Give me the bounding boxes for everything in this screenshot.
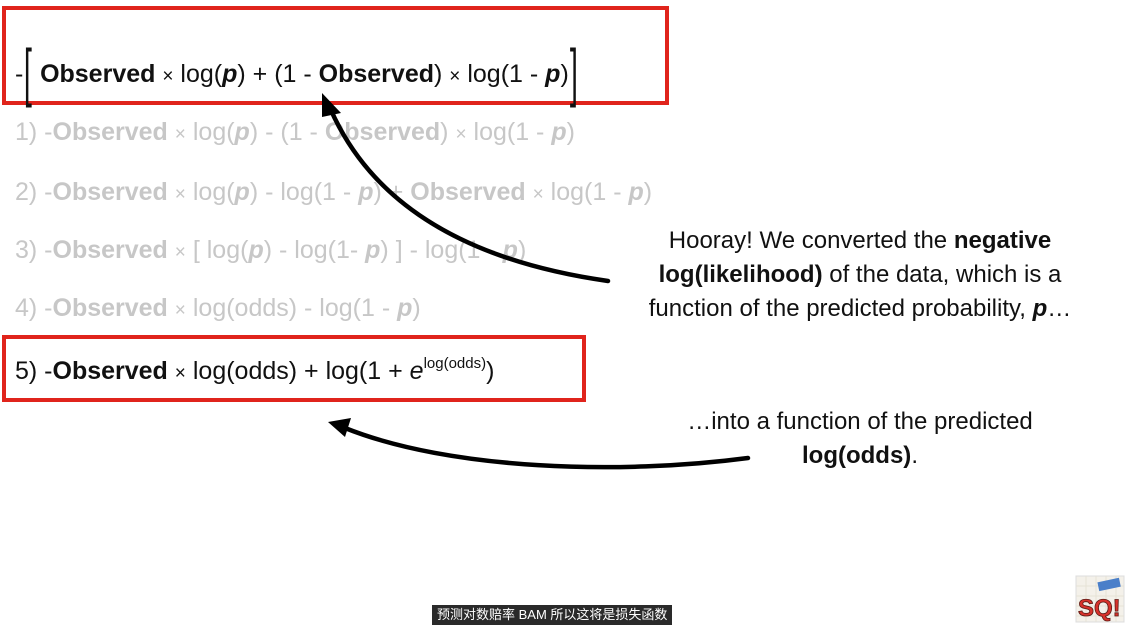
arrow-to-step-5-head xyxy=(328,418,351,437)
arrow-to-top-equation-head xyxy=(322,93,341,117)
logo-graphic: SQ! xyxy=(1075,575,1125,623)
arrow-to-step-5 xyxy=(342,425,751,470)
svg-text:SQ!: SQ! xyxy=(1078,595,1121,622)
subtitle-caption: 预测对数赔率 BAM 所以这将是损失函数 xyxy=(432,605,673,625)
statquest-logo: SQ! xyxy=(1074,574,1126,624)
arrows xyxy=(322,93,751,470)
arrow-to-top-equation xyxy=(327,105,611,284)
